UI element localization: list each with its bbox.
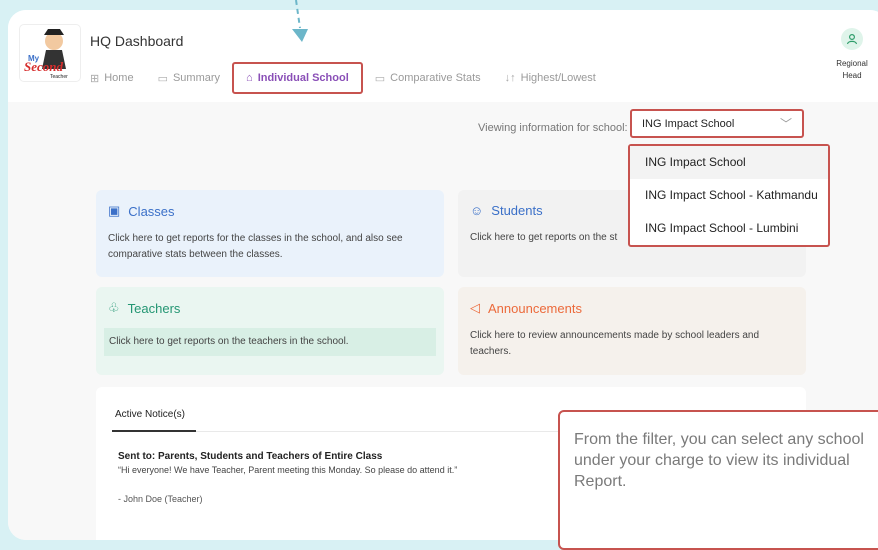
school-filter-label: Viewing information for school: xyxy=(478,122,628,134)
classes-desc: Click here to get reports for the classe… xyxy=(108,233,403,260)
active-notice-tab[interactable]: Active Notice(s) xyxy=(115,409,185,420)
announcements-title: Announcements xyxy=(488,300,582,316)
school-select[interactable]: ING Impact School ﹀ xyxy=(630,109,804,138)
notice-author: - John Doe (Teacher) xyxy=(118,494,203,504)
tutorial-callout: From the filter, you can select any scho… xyxy=(558,410,878,550)
teachers-icon: ♧ xyxy=(108,300,120,315)
dropdown-option[interactable]: ING Impact School - Lumbini xyxy=(630,212,828,245)
classroom-icon: ▣ xyxy=(108,203,121,218)
chevron-down-icon: ﹀ xyxy=(779,117,792,131)
announcements-desc: Click here to review announcements made … xyxy=(470,330,760,357)
dropdown-option[interactable]: ING Impact School - Kathmandu xyxy=(630,179,828,212)
dropdown-option[interactable]: ING Impact School xyxy=(630,146,828,179)
classes-title: Classes xyxy=(128,203,175,219)
school-select-value: ING Impact School xyxy=(642,117,735,130)
teachers-card[interactable]: ♧ Teachers Click here to get reports on … xyxy=(96,287,444,375)
pointer-arrow xyxy=(292,0,308,42)
teachers-desc: Click here to get reports on the teacher… xyxy=(104,328,436,356)
notice-recipients: Sent to: Parents, Students and Teachers … xyxy=(118,451,383,462)
notice-message: “Hi everyone! We have Teacher, Parent me… xyxy=(118,465,458,475)
students-icon: ☺ xyxy=(470,203,484,218)
megaphone-icon: ◁ xyxy=(470,300,480,315)
announcements-card[interactable]: ◁ Announcements Click here to review ann… xyxy=(458,287,806,375)
notice-tab-underline xyxy=(112,430,196,432)
classes-card[interactable]: ▣ Classes Click here to get reports for … xyxy=(96,190,444,277)
students-title: Students xyxy=(491,203,543,218)
teachers-title: Teachers xyxy=(127,300,181,316)
school-dropdown: ING Impact School ING Impact School - Ka… xyxy=(628,144,830,247)
